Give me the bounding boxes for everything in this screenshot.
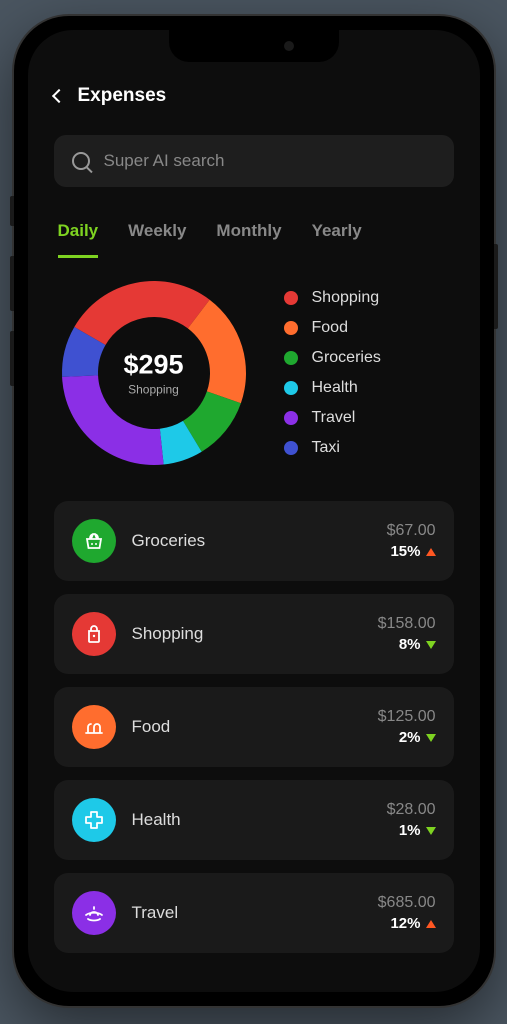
tab-daily[interactable]: Daily <box>58 221 99 258</box>
category-change: 2% <box>378 729 436 746</box>
list-item-food[interactable]: Food $125.00 2% <box>54 687 454 767</box>
category-amount: $67.00 <box>387 522 436 540</box>
legend-item-travel[interactable]: Travel <box>284 409 381 427</box>
search-input[interactable]: Super AI search <box>54 135 454 187</box>
category-values: $125.00 2% <box>378 708 436 746</box>
legend-dot <box>284 411 298 425</box>
header: Expenses <box>54 85 454 107</box>
notch <box>169 30 339 62</box>
category-change-pct: 12% <box>390 915 420 932</box>
legend-item-shopping[interactable]: Shopping <box>284 289 381 307</box>
category-change: 15% <box>387 543 436 560</box>
bag-icon <box>72 612 116 656</box>
category-values: $158.00 8% <box>378 615 436 653</box>
arrow-up-icon <box>426 548 436 556</box>
category-name: Travel <box>132 903 362 923</box>
legend-label: Groceries <box>312 349 381 367</box>
category-change-pct: 2% <box>399 729 421 746</box>
back-button[interactable] <box>51 89 65 103</box>
category-change: 8% <box>378 636 436 653</box>
legend-item-taxi[interactable]: Taxi <box>284 439 381 457</box>
category-name: Food <box>132 717 362 737</box>
list-item-health[interactable]: Health $28.00 1% <box>54 780 454 860</box>
travel-icon <box>72 891 116 935</box>
arrow-up-icon <box>426 920 436 928</box>
legend-dot <box>284 351 298 365</box>
category-name: Health <box>132 810 371 830</box>
list-item-shopping[interactable]: Shopping $158.00 8% <box>54 594 454 674</box>
arrow-down-icon <box>426 641 436 649</box>
list-item-groceries[interactable]: Groceries $67.00 15% <box>54 501 454 581</box>
category-values: $685.00 12% <box>378 894 436 932</box>
tab-yearly[interactable]: Yearly <box>312 221 362 255</box>
basket-icon <box>72 519 116 563</box>
category-values: $28.00 1% <box>387 801 436 839</box>
category-change-pct: 15% <box>390 543 420 560</box>
category-amount: $28.00 <box>387 801 436 819</box>
legend-label: Shopping <box>312 289 380 307</box>
chart-center-label: Shopping <box>123 383 183 397</box>
tab-monthly[interactable]: Monthly <box>216 221 281 255</box>
category-change: 12% <box>378 915 436 932</box>
category-change-pct: 1% <box>399 822 421 839</box>
legend-item-groceries[interactable]: Groceries <box>284 349 381 367</box>
category-amount: $125.00 <box>378 708 436 726</box>
legend-dot <box>284 381 298 395</box>
phone-frame: Expenses Super AI search Daily Weekly Mo… <box>14 16 494 1006</box>
legend-label: Food <box>312 319 348 337</box>
legend-label: Health <box>312 379 358 397</box>
category-name: Shopping <box>132 624 362 644</box>
page-title: Expenses <box>78 85 167 107</box>
tab-weekly[interactable]: Weekly <box>128 221 186 255</box>
donut-chart[interactable]: $295 Shopping <box>54 273 254 473</box>
arrow-down-icon <box>426 827 436 835</box>
category-list: Groceries $67.00 15% Shopping $158.00 8% Food $… <box>54 501 454 953</box>
legend-dot <box>284 441 298 455</box>
legend-item-health[interactable]: Health <box>284 379 381 397</box>
legend: Shopping Food Groceries Health Travel Taxi <box>284 289 381 457</box>
arrow-down-icon <box>426 734 436 742</box>
legend-label: Taxi <box>312 439 340 457</box>
search-icon <box>72 152 90 170</box>
donut-segment-shopping[interactable] <box>74 281 209 345</box>
category-name: Groceries <box>132 531 371 551</box>
health-icon <box>72 798 116 842</box>
category-values: $67.00 15% <box>387 522 436 560</box>
category-change-pct: 8% <box>399 636 421 653</box>
legend-dot <box>284 321 298 335</box>
tabs: Daily Weekly Monthly Yearly <box>54 221 454 255</box>
legend-item-food[interactable]: Food <box>284 319 381 337</box>
category-change: 1% <box>387 822 436 839</box>
category-amount: $158.00 <box>378 615 436 633</box>
search-placeholder: Super AI search <box>104 151 225 171</box>
category-amount: $685.00 <box>378 894 436 912</box>
chart-section: $295 Shopping Shopping Food Groceries Healt… <box>54 273 454 473</box>
legend-dot <box>284 291 298 305</box>
legend-label: Travel <box>312 409 356 427</box>
list-item-travel[interactable]: Travel $685.00 12% <box>54 873 454 953</box>
chart-center-amount: $295 <box>123 350 183 381</box>
food-icon <box>72 705 116 749</box>
